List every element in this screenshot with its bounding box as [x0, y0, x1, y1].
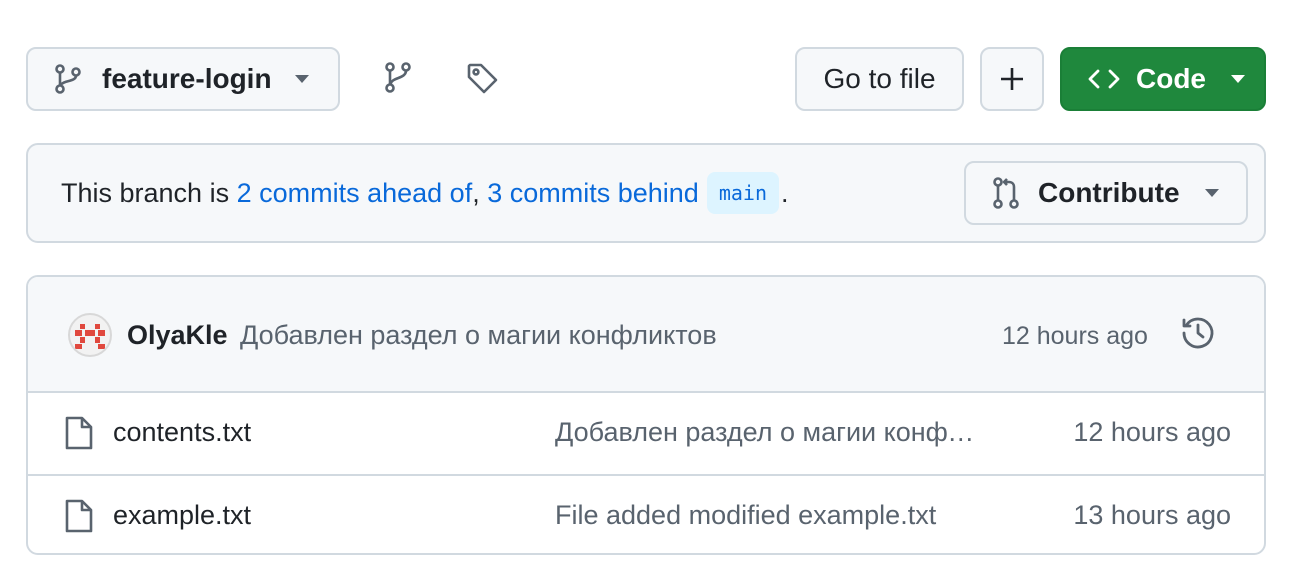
go-to-file-button[interactable]: Go to file	[795, 47, 964, 111]
file-list: OlyaKle Добавлен раздел о магии конфликт…	[26, 275, 1266, 555]
tag-icon[interactable]	[466, 62, 500, 96]
file-commit-time: 13 hours ago	[1073, 500, 1231, 530]
file-icon	[64, 415, 94, 451]
file-name[interactable]: example.txt	[113, 498, 251, 532]
contribute-label: Contribute	[1038, 177, 1180, 208]
file-commit-message[interactable]: Добавлен раздел о магии конфликтов	[555, 415, 985, 449]
commit-author[interactable]: OlyaKle	[127, 318, 228, 352]
file-row: example.txt File added modified example.…	[28, 476, 1264, 553]
commit-message[interactable]: Добавлен раздел о магии конфликтов	[240, 318, 717, 352]
avatar[interactable]	[68, 313, 112, 357]
git-branch-icon	[54, 64, 82, 94]
file-name[interactable]: contents.txt	[113, 415, 251, 449]
file-commit-message[interactable]: File added modified example.txt	[555, 498, 985, 532]
branch-compare-banner: This branch is 2 commits ahead of , 3 co…	[26, 143, 1266, 243]
compare-separator: ,	[472, 177, 488, 208]
add-file-button[interactable]	[980, 47, 1044, 111]
code-icon	[1088, 68, 1120, 90]
base-branch-label[interactable]: main	[706, 172, 779, 214]
code-button[interactable]: Code	[1060, 47, 1266, 111]
file-commit-time: 12 hours ago	[1073, 417, 1231, 447]
commits-ahead-link[interactable]: 2 commits ahead of	[237, 178, 473, 209]
compare-status-text: This branch is 2 commits ahead of , 3 co…	[61, 145, 789, 241]
commit-time: 12 hours ago	[1002, 322, 1148, 350]
branches-icon[interactable]	[384, 62, 412, 94]
plus-icon	[1000, 67, 1024, 91]
file-icon	[64, 498, 94, 534]
caret-down-icon	[294, 74, 310, 84]
compare-prefix: This branch is	[61, 177, 237, 208]
go-to-file-label: Go to file	[823, 63, 936, 94]
branch-name: feature-login	[102, 63, 272, 94]
compare-suffix: .	[781, 177, 789, 208]
contribute-button[interactable]: Contribute	[964, 161, 1248, 225]
code-button-label: Code	[1136, 63, 1206, 94]
history-icon[interactable]	[1180, 315, 1216, 351]
commits-behind-link[interactable]: 3 commits behind	[487, 178, 699, 209]
git-pull-request-icon	[992, 177, 1020, 209]
caret-down-icon	[1204, 188, 1220, 198]
latest-commit-bar: OlyaKle Добавлен раздел о магии конфликт…	[28, 277, 1264, 393]
caret-down-icon	[1230, 74, 1246, 84]
branch-selector-button[interactable]: feature-login	[26, 47, 340, 111]
file-row: contents.txt Добавлен раздел о магии кон…	[28, 393, 1264, 476]
